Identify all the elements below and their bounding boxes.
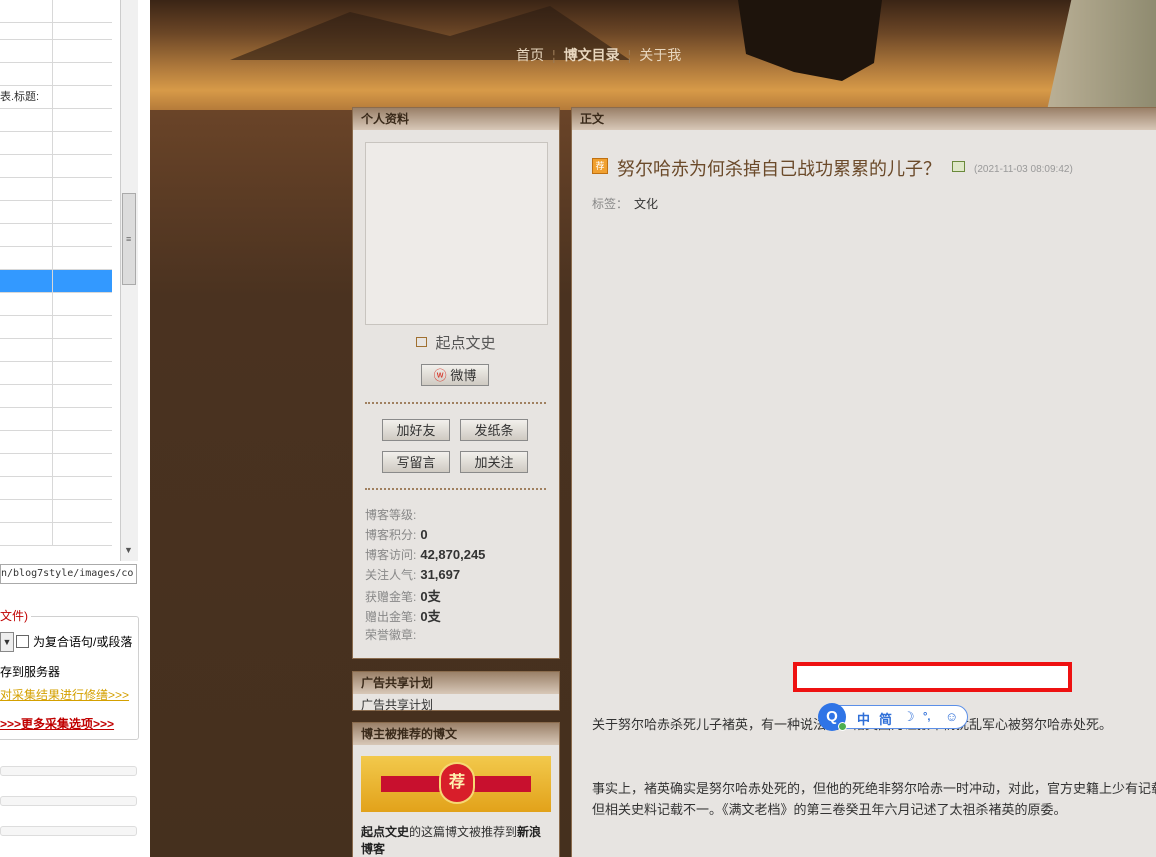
tag-link[interactable]: 文化 xyxy=(634,195,658,212)
fix-results-link[interactable]: 对采集结果进行修缮>>> xyxy=(0,686,129,703)
progress-bar xyxy=(0,826,137,836)
avatar[interactable] xyxy=(365,142,548,325)
table-row[interactable] xyxy=(0,500,112,523)
table-row[interactable] xyxy=(0,224,112,247)
progress-bar xyxy=(0,796,137,806)
stat-level: 博客等级: xyxy=(365,508,417,522)
table-row[interactable]: 表.标题: xyxy=(0,86,112,109)
profile-title: 个人资料 xyxy=(353,108,559,130)
highlight-box xyxy=(793,662,1072,692)
nav-about[interactable]: 关于我 xyxy=(639,47,681,63)
progress-bar xyxy=(0,766,137,776)
scroll-down-arrow-icon[interactable]: ▼ xyxy=(124,545,133,555)
moon-icon[interactable]: ☽ xyxy=(903,709,915,725)
stat-points: 博客积分: 0 xyxy=(365,527,428,542)
table-row[interactable] xyxy=(0,63,112,86)
stat-visits: 博客访问: 42,870,245 xyxy=(365,547,486,562)
table-row[interactable] xyxy=(0,362,112,385)
blog-name[interactable]: 起点文史 xyxy=(353,332,559,353)
compound-checkbox[interactable] xyxy=(16,635,29,648)
recommend-badge-icon: 荐 xyxy=(439,762,475,804)
table-row[interactable] xyxy=(0,132,112,155)
top-nav: 首页 ¦ 博文目录 ¦ 关于我 xyxy=(516,47,682,63)
table-row[interactable] xyxy=(0,523,112,546)
table-row[interactable] xyxy=(0,431,112,454)
nav-catalog[interactable]: 博文目录 xyxy=(564,47,620,63)
table-row[interactable] xyxy=(0,316,112,339)
table-row[interactable] xyxy=(0,385,112,408)
cowboy-figure xyxy=(1047,0,1156,110)
stat-pens-given: 赠出金笔: 0支 xyxy=(365,609,441,624)
scrollbar-thumb[interactable]: ≡ xyxy=(122,193,136,285)
table-row[interactable] xyxy=(0,17,112,40)
ime-toolbar[interactable]: Q 中 简 ☽ °, ☺ xyxy=(818,703,968,731)
blog-page: 首页 ¦ 博文目录 ¦ 关于我 个人资料 起点文史 ⓦ 微博 加好友 发纸条 写留言 加… xyxy=(150,0,1156,857)
checkbox-label: 为复合语句/或段落 xyxy=(33,635,133,649)
table-row[interactable] xyxy=(0,155,112,178)
table-row-selected[interactable] xyxy=(0,270,112,293)
stat-badges: 荣誉徽章: xyxy=(365,628,417,642)
ad-panel: 广告共享计划 广告共享计划 xyxy=(352,671,560,713)
nav-home[interactable]: 首页 xyxy=(516,47,544,63)
rule-grid[interactable]: 表.标题: xyxy=(0,0,121,561)
lock-icon xyxy=(416,337,428,347)
post-title: 努尔哈赤为何杀掉自己战功累累的儿子？ xyxy=(617,159,941,179)
table-row[interactable] xyxy=(0,477,112,500)
image-icon xyxy=(952,161,965,172)
blog-name-text: 起点文史 xyxy=(435,335,496,352)
ad-title: 广告共享计划 xyxy=(353,672,559,694)
table-row[interactable] xyxy=(0,247,112,270)
scraper-tool-panel: 表.标题: ≡ ▼ n/blog7style/images/co 文件) ▼ 为… xyxy=(0,0,150,857)
table-row[interactable] xyxy=(0,201,112,224)
punctuation-icon[interactable]: °, xyxy=(923,711,930,723)
divider xyxy=(365,402,546,404)
post-date: (2021-11-03 08:09:42) xyxy=(974,164,1073,175)
table-row[interactable] xyxy=(0,339,112,362)
stat-pens-received: 获赠金笔: 0支 xyxy=(365,589,441,604)
rider-silhouette xyxy=(738,0,882,81)
ad-text[interactable]: 广告共享计划 xyxy=(361,696,433,713)
stat-followers: 关注人气: 31,697 xyxy=(365,567,461,582)
profile-panel: 个人资料 起点文史 ⓦ 微博 加好友 发纸条 写留言 加关注 博客等级: 博客积… xyxy=(352,107,560,659)
status-dot-icon xyxy=(838,722,847,731)
divider xyxy=(365,488,546,490)
add-friend-button[interactable]: 加好友 xyxy=(382,419,450,441)
row-text: 表.标题: xyxy=(0,86,53,108)
tag-label: 标签： xyxy=(592,197,629,211)
recommend-panel: 博主被推荐的博文 荐 起点文史的这篇博文被推荐到新浪博客 xyxy=(352,722,560,857)
write-message-button[interactable]: 写留言 xyxy=(382,451,450,473)
table-row[interactable] xyxy=(0,293,112,316)
post-paragraph: 事实上，褚英确实是努尔哈赤处死的，但他的死绝非努尔哈赤一时冲动，对此，官方史籍上… xyxy=(592,781,1156,817)
table-row[interactable] xyxy=(0,408,112,431)
recommend-icon: 荐 xyxy=(592,158,608,174)
article-panel: 正文 荐 努尔哈赤为何杀掉自己战功累累的儿子？ (2021-11-03 08:0… xyxy=(571,107,1156,857)
follow-button[interactable]: 加关注 xyxy=(460,451,528,473)
group-title: 文件) xyxy=(0,607,31,624)
grip-icon: ≡ xyxy=(126,234,132,244)
weibo-icon: ⓦ xyxy=(433,368,447,383)
recommend-title: 博主被推荐的博文 xyxy=(353,723,559,745)
table-row[interactable] xyxy=(0,178,112,201)
more-options-link[interactable]: >>>更多采集选项>>> xyxy=(0,715,114,732)
send-note-button[interactable]: 发纸条 xyxy=(460,419,528,441)
vertical-scrollbar[interactable]: ≡ ▼ xyxy=(120,0,138,561)
header-banner: 首页 ¦ 博文目录 ¦ 关于我 xyxy=(150,0,1156,110)
ime-simplified-toggle[interactable]: 简 xyxy=(879,709,892,728)
table-row[interactable] xyxy=(0,40,112,63)
article-section-title: 正文 xyxy=(572,108,1156,130)
emoji-icon[interactable]: ☺ xyxy=(945,709,958,724)
save-to-server-label: 存到服务器 xyxy=(0,665,61,679)
recommend-text: 起点文史的这篇博文被推荐到新浪博客 xyxy=(361,825,542,856)
table-row[interactable] xyxy=(0,109,112,132)
combo-dropdown[interactable]: ▼ xyxy=(0,632,14,652)
weibo-button[interactable]: ⓦ 微博 xyxy=(421,364,489,386)
recommend-banner: 荐 xyxy=(361,756,551,812)
url-field[interactable]: n/blog7style/images/co xyxy=(0,564,137,584)
table-row[interactable] xyxy=(0,454,112,477)
ime-chinese-toggle[interactable]: 中 xyxy=(857,709,870,728)
